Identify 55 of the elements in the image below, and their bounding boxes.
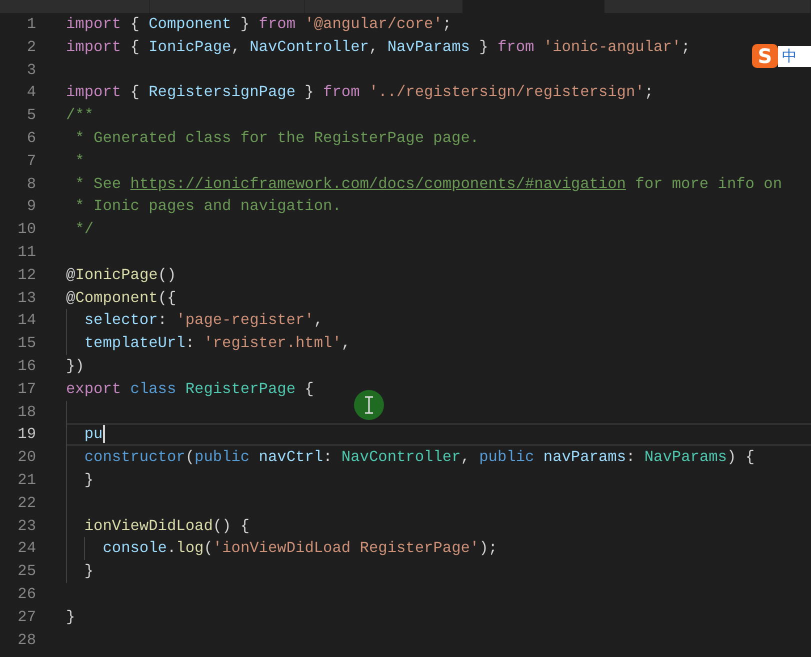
code-line: }: [83, 562, 94, 580]
code-line: * Ionic pages and navigation.: [74, 197, 342, 216]
input-method-logo[interactable]: S: [752, 44, 778, 68]
line-number: 18: [16, 402, 36, 423]
line-number: 23: [16, 516, 36, 537]
code-line: @IonicPage(): [66, 266, 176, 284]
code-line: * See https://ionicframework.com/docs/components/#navigation for more info on: [74, 174, 782, 193]
line-number: 25: [16, 561, 36, 582]
line-number: 10: [16, 219, 36, 240]
code-line: */: [74, 220, 94, 238]
code-line: }: [66, 608, 76, 626]
code-line: /**: [66, 106, 94, 124]
line-number: 16: [16, 356, 36, 377]
line-number: 1: [26, 14, 36, 35]
line-number: 17: [16, 378, 36, 400]
code-line: import { IonicPage, NavController, NavParams } from 'ionic-angular';: [66, 38, 690, 56]
line-number: 15: [16, 333, 36, 354]
code-line: console.log('ionViewDidLoad RegisterPage');: [102, 539, 498, 558]
line-number: 27: [16, 606, 36, 628]
line-number: 21: [16, 470, 36, 491]
code-line: selector: 'page-register',: [83, 311, 324, 330]
line-number: 12: [16, 264, 36, 286]
line-number: 24: [16, 538, 36, 560]
code-line: }: [83, 470, 94, 489]
line-number: 22: [16, 492, 36, 514]
line-number: 26: [16, 584, 36, 605]
code-line: pu: [83, 425, 103, 444]
text-cursor: [102, 425, 105, 444]
code-line: constructor(public navCtrl: NavController, public navParams: NavParams) {: [83, 448, 755, 466]
code-line: export class RegisterPage {: [66, 380, 314, 398]
code-line: templateUrl: 'register.html',: [83, 334, 351, 352]
line-number: 8: [26, 174, 36, 195]
line-number: 4: [26, 82, 36, 104]
line-number: 28: [16, 630, 36, 651]
line-number: 11: [16, 242, 36, 263]
line-number: 3: [26, 60, 36, 81]
input-mode-toggle[interactable]: 中: [778, 46, 811, 66]
code-line: import { Component } from '@angular/core';: [66, 15, 452, 33]
code-line: }): [66, 356, 84, 375]
line-number: 9: [26, 196, 36, 218]
line-number: 13: [16, 288, 36, 309]
mouse-cursor-highlight-icon: [354, 390, 384, 420]
line-number: 7: [26, 150, 36, 172]
code-line: ionViewDidLoad() {: [83, 516, 250, 535]
line-number: 6: [26, 128, 36, 149]
code-line: *: [74, 152, 84, 170]
url-link[interactable]: https://ionicframework.com/docs/components/#navigation: [130, 174, 626, 193]
line-number: 14: [16, 310, 36, 332]
line-number: 19: [16, 424, 36, 446]
code-line: import { RegistersignPage } from '../registersign/registersign';: [66, 83, 654, 102]
code-line: @Component({: [66, 288, 176, 307]
line-number: 2: [26, 36, 36, 58]
line-number: 5: [26, 105, 36, 126]
line-number: 20: [16, 447, 36, 468]
code-line: * Generated class for the RegisterPage page.: [74, 128, 480, 147]
